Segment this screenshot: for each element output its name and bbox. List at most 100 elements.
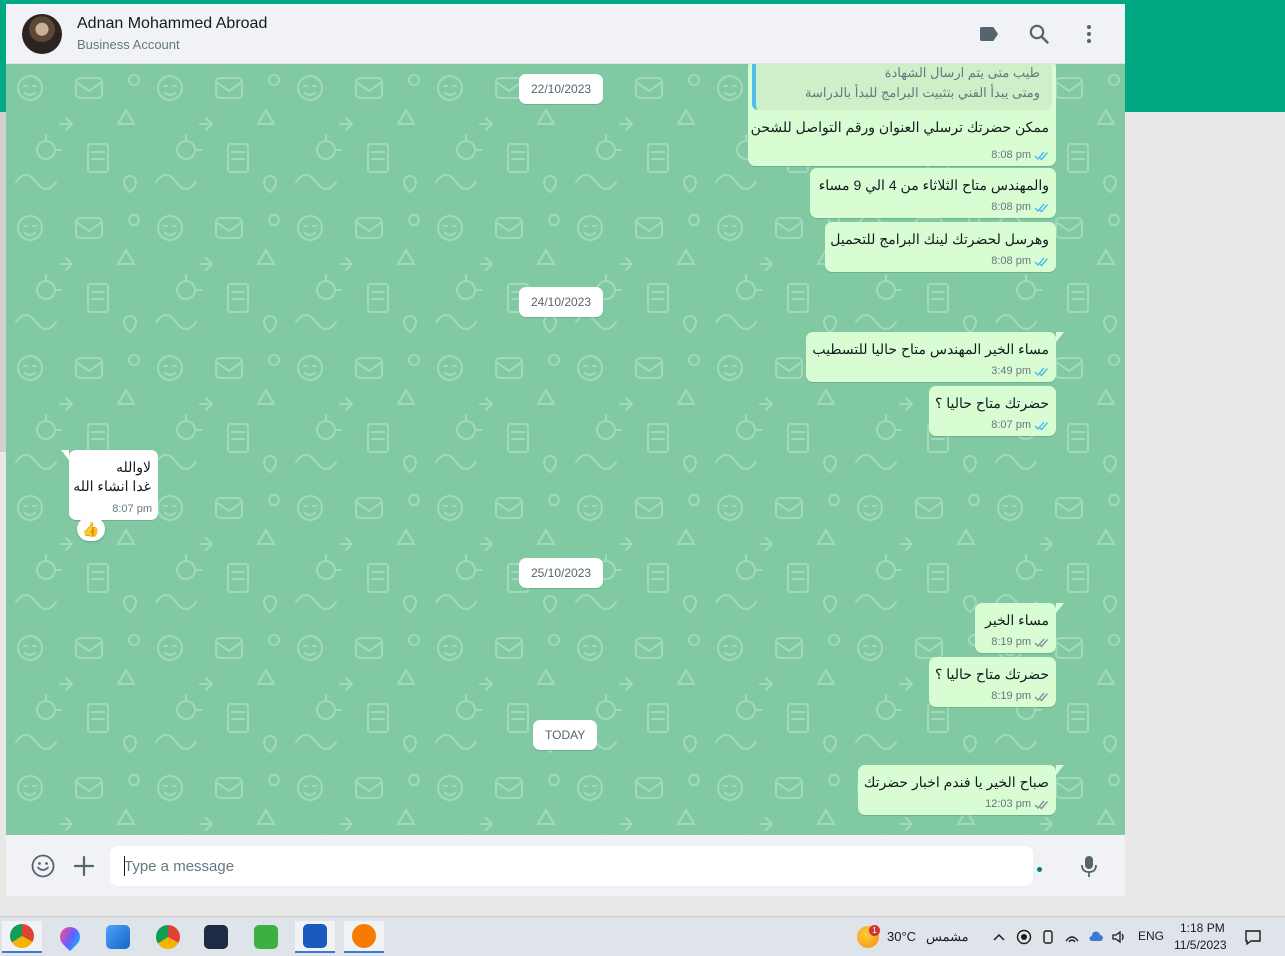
quoted-line-2: ومتى يبدأ الفني بتثبيت البرامج للبدأ بال… [804,85,1040,100]
message-bubble-outgoing[interactable]: حضرتك متاح حاليا ؟ 8:07 pm [929,386,1056,436]
message-input[interactable] [110,846,1033,886]
message-time: 12:03 pm [985,798,1031,810]
chat-window: Adnan Mohammed Abroad Business Account ط… [6,4,1125,896]
message-time: 8:07 pm [112,503,152,515]
bubble-tail [1056,332,1064,342]
os-taskbar: 1 30°C مشمس ENG 1:18 PM 11/5/2023 [0,916,1285,956]
message-bubble-outgoing[interactable]: مساء الخير المهندس متاح حاليا للتسطيب 3:… [806,332,1064,382]
message-time: 8:08 pm [991,149,1031,161]
search-icon[interactable] [1027,22,1051,46]
message-meta: 8:07 pm [991,419,1050,431]
delivered-ticks-icon [1034,800,1049,810]
emoji-icon[interactable] [30,853,56,879]
word-icon [303,924,327,948]
message-bubble-incoming[interactable]: لاوالله غدا انشاء الله 8:07 pm [61,450,158,520]
message-text: وهرسل لحضرتك لينك البرامج للتحميل [830,231,1049,247]
contact-name[interactable]: Adnan Mohammed Abroad [77,15,267,33]
message-time: 8:07 pm [991,419,1031,431]
taskbar-app-word[interactable] [295,921,335,953]
read-ticks-icon [1034,421,1049,431]
message-text-line-2: غدا انشاء الله [73,478,151,494]
message-meta: 8:08 pm [991,149,1050,161]
chat-header: Adnan Mohammed Abroad Business Account [6,4,1125,64]
message-text: حضرتك متاح حاليا ؟ [934,666,1049,682]
message-time: 3:49 pm [991,365,1031,377]
taskbar-app-camtasia[interactable] [246,921,286,953]
message-meta: 3:49 pm [991,365,1050,377]
read-ticks-icon [1034,257,1049,267]
message-meta: 12:03 pm [985,798,1050,810]
device-icon[interactable] [1040,929,1056,945]
taskbar-app-photos[interactable] [98,921,138,953]
message-meta: 8:19 pm [991,690,1050,702]
weather-badge: 1 [869,925,880,936]
weather-condition[interactable]: مشمس [926,929,969,945]
editor-icon [204,925,228,949]
message-text-line-1: لاوالله [115,459,151,475]
drop-icon [55,922,85,952]
message-bubble-outgoing[interactable]: مساء الخير 8:19 pm [975,603,1064,653]
photos-icon [106,925,130,949]
bubble-tail [1056,603,1064,613]
message-meta: 8:19 pm [991,636,1050,648]
chrome-profile-icon [156,925,180,949]
avatar[interactable] [22,14,62,54]
attach-plus-icon[interactable] [71,853,97,879]
read-ticks-icon [1034,367,1049,377]
wifi-icon[interactable] [1064,929,1080,945]
message-text: والمهندس متاح الثلاثاء من 4 الي 9 مساء [818,177,1049,193]
reaction-thumbs-up-icon[interactable]: 👍 [77,517,105,541]
chevron-up-icon[interactable] [991,929,1007,945]
record-icon[interactable] [1016,929,1032,945]
message-composer [6,835,1125,896]
message-text: ممكن حضرتك ترسلي العنوان ورقم التواصل لل… [750,119,1049,135]
message-bubble-outgoing[interactable]: وهرسل لحضرتك لينك البرامج للتحميل 8:08 p… [825,222,1056,272]
message-time: 8:08 pm [991,201,1031,213]
clock-date[interactable]: 11/5/2023 [1174,938,1227,952]
weather-temperature[interactable]: 30°C [887,929,916,944]
quoted-line-1: طيب متى يتم ارسال الشهادة [884,65,1040,80]
text-caret [124,856,125,876]
taskbar-app-paint[interactable] [50,921,90,953]
quoted-message[interactable]: طيب متى يتم ارسال الشهادة ومتى يبدأ الفن… [752,64,1052,110]
bubble-tail [1056,765,1064,775]
notifications-icon[interactable] [1244,928,1262,946]
cloud-icon[interactable] [1088,929,1104,945]
chat-area[interactable]: طيب متى يتم ارسال الشهادة ومتى يبدأ الفن… [6,64,1125,835]
date-separator-today: TODAY [533,720,598,750]
message-meta: 8:08 pm [991,201,1050,213]
read-ticks-icon [1034,151,1049,161]
message-meta: 8:08 pm [991,255,1050,267]
taskbar-app-vlc[interactable] [344,921,384,953]
date-separator: 24/10/2023 [519,287,604,317]
bubble-tail [61,450,69,460]
camtasia-icon [254,925,278,949]
message-time: 8:19 pm [991,690,1031,702]
taskbar-app-chrome[interactable] [2,921,42,953]
date-separator: 22/10/2023 [519,74,604,104]
message-bubble-outgoing[interactable]: والمهندس متاح الثلاثاء من 4 الي 9 مساء 8… [810,168,1056,218]
message-text: مساء الخير المهندس متاح حاليا للتسطيب [812,341,1049,357]
clock-time[interactable]: 1:18 PM [1180,921,1225,935]
message-text: صباح الخير يا فندم اخبار حضرتك [863,774,1049,790]
label-icon[interactable] [977,22,1001,46]
message-time: 8:19 pm [991,636,1031,648]
app-icon [352,924,376,948]
language-indicator[interactable]: ENG [1138,929,1164,943]
message-bubble-outgoing[interactable]: صباح الخير يا فندم اخبار حضرتك 12:03 pm [858,765,1064,815]
taskbar-app-editor[interactable] [196,921,236,953]
menu-dots-icon[interactable] [1077,22,1101,46]
message-time: 8:08 pm [991,255,1031,267]
microphone-icon[interactable] [1076,853,1102,879]
message-text: مساء الخير [985,612,1049,628]
volume-icon[interactable] [1111,929,1127,945]
chrome-icon [10,924,34,948]
input-indicator-dot [1037,867,1042,872]
message-bubble-outgoing[interactable]: طيب متى يتم ارسال الشهادة ومتى يبدأ الفن… [748,64,1056,166]
delivered-ticks-icon [1034,692,1049,702]
message-text: حضرتك متاح حاليا ؟ [934,395,1049,411]
taskbar-app-chrome-profile[interactable] [148,921,188,953]
message-bubble-outgoing[interactable]: حضرتك متاح حاليا ؟ 8:19 pm [929,657,1056,707]
contact-subtitle: Business Account [77,37,180,52]
read-ticks-icon [1034,203,1049,213]
